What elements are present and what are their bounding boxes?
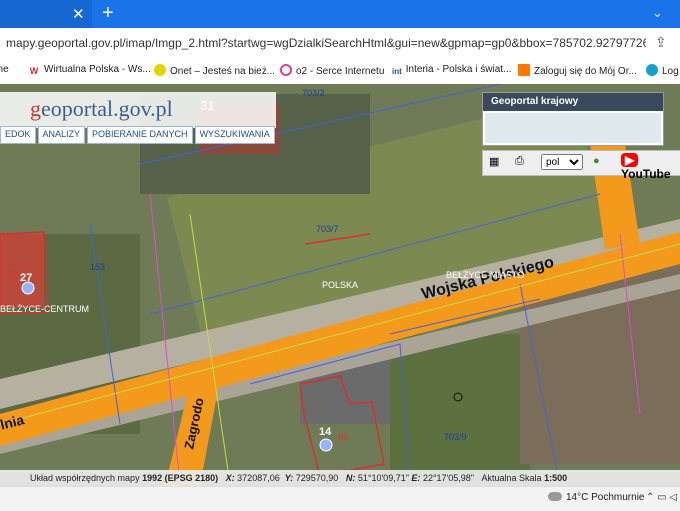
bookmarks-bar: one WWirtualna Polska - Ws... Onet – Jes…	[0, 58, 680, 85]
bookmark-item[interactable]: Log	[646, 64, 679, 77]
scale-value: 1:500	[544, 473, 568, 483]
parcel-label: 703/7	[316, 224, 339, 234]
e-coord: 22°17'05,98"	[422, 473, 474, 483]
browser-tab[interactable]: ✕	[0, 0, 92, 28]
parcel-label: 153	[90, 262, 106, 272]
print-icon[interactable]: ⎙	[515, 155, 529, 169]
building-type-label: h5	[338, 432, 349, 442]
os-taskbar: 14°C Pochmurnie ⌃ ▭ ◁	[0, 486, 680, 511]
country-label: POLSKA	[322, 280, 359, 290]
n-coord: 51°10'09,71"	[357, 473, 409, 483]
coordinates-status-bar: Układ współrzędnych mapy 1992 (EPSG 2180…	[0, 470, 680, 486]
orange-icon	[518, 64, 530, 76]
close-tab-icon[interactable]: ✕	[72, 5, 85, 23]
parcel-label: 703/9	[444, 432, 467, 442]
geoportal-header: geoportal.gov.pl	[0, 92, 276, 128]
o2-icon	[280, 64, 292, 76]
crs-value: 1992 (EPSG 2180)	[142, 473, 219, 483]
overview-minimap[interactable]	[485, 113, 661, 143]
address-bar[interactable]: mapy.geoportal.gov.pl/imap/Imgp_2.html?s…	[0, 28, 680, 59]
map-canvas[interactable]: Wojska Polskiego Zagrodo lnia 703/7 703/…	[0, 84, 680, 486]
bookmark-item[interactable]: int Interia - Polska i świat...	[392, 64, 511, 78]
bookmark-item[interactable]: o2 - Serce Internetu	[280, 64, 384, 77]
geoportal-menu: EDOK ANALIZY POBIERANIE DANYCH WYSZUKIWA…	[0, 126, 275, 144]
building-number: 14	[319, 426, 332, 438]
bookmark-item[interactable]: Zaloguj się do Mój Or...	[518, 64, 637, 77]
building-type-label: h27	[8, 268, 24, 278]
bookmark-icon	[646, 64, 658, 76]
speaker-icon[interactable]: ◁	[669, 492, 677, 503]
bookmark-item[interactable]: W Wirtualna Polska - Ws...	[28, 64, 151, 77]
system-tray[interactable]: ⌃ ▭ ◁	[646, 492, 677, 503]
menu-item-edok[interactable]: EDOK	[0, 126, 36, 144]
district-label: BEŁŻYCE-CENTRUM	[0, 304, 90, 314]
url-text[interactable]: mapy.geoportal.gov.pl/imap/Imgp_2.html?s…	[6, 36, 646, 50]
table-icon[interactable]: ▦	[489, 155, 503, 169]
new-tab-button[interactable]: +	[102, 2, 114, 25]
bookmark-item[interactable]: Onet – Jesteś na bież...	[154, 64, 275, 77]
chevron-down-icon[interactable]: ⌄	[652, 5, 663, 21]
cloud-icon	[548, 492, 562, 501]
monitor-icon[interactable]: ▭	[657, 492, 666, 503]
onet-icon	[154, 64, 166, 76]
y-coord: 729570,90	[295, 473, 339, 483]
browser-tab-strip: ✕ + ⌄	[0, 0, 680, 28]
panel-title: Geoportal krajowy	[483, 93, 663, 111]
wp-icon: W	[29, 66, 39, 76]
menu-item-pobieranie[interactable]: POBIERANIE DANYCH	[87, 126, 193, 144]
menu-item-wyszukiwania[interactable]: WYSZUKIWANIA	[194, 126, 275, 144]
bookmark-item[interactable]: one	[0, 64, 9, 75]
parcel-label: 703/2	[302, 88, 325, 98]
youtube-link[interactable]: ▶YouTube	[621, 153, 680, 181]
chevron-up-icon[interactable]: ⌃	[646, 492, 654, 503]
weather-widget[interactable]: 14°C Pochmurnie	[548, 492, 644, 503]
district-label: BEŁŻYCE-MIASTO	[446, 270, 525, 280]
youtube-icon: ▶	[621, 153, 639, 167]
language-select[interactable]: pol	[541, 154, 583, 170]
overview-panel: Geoportal krajowy	[482, 92, 664, 146]
toolbar: ▦ ⎙ pol ● ▶YouTube	[482, 150, 680, 181]
interia-icon: int	[392, 67, 402, 76]
x-coord: 372087,06	[237, 473, 280, 483]
geoportal-logo[interactable]: geoportal.gov.pl	[30, 96, 173, 122]
globe-icon[interactable]: ●	[593, 155, 607, 169]
share-icon[interactable]: ⇪	[655, 34, 667, 51]
menu-item-analizy[interactable]: ANALIZY	[37, 126, 86, 144]
